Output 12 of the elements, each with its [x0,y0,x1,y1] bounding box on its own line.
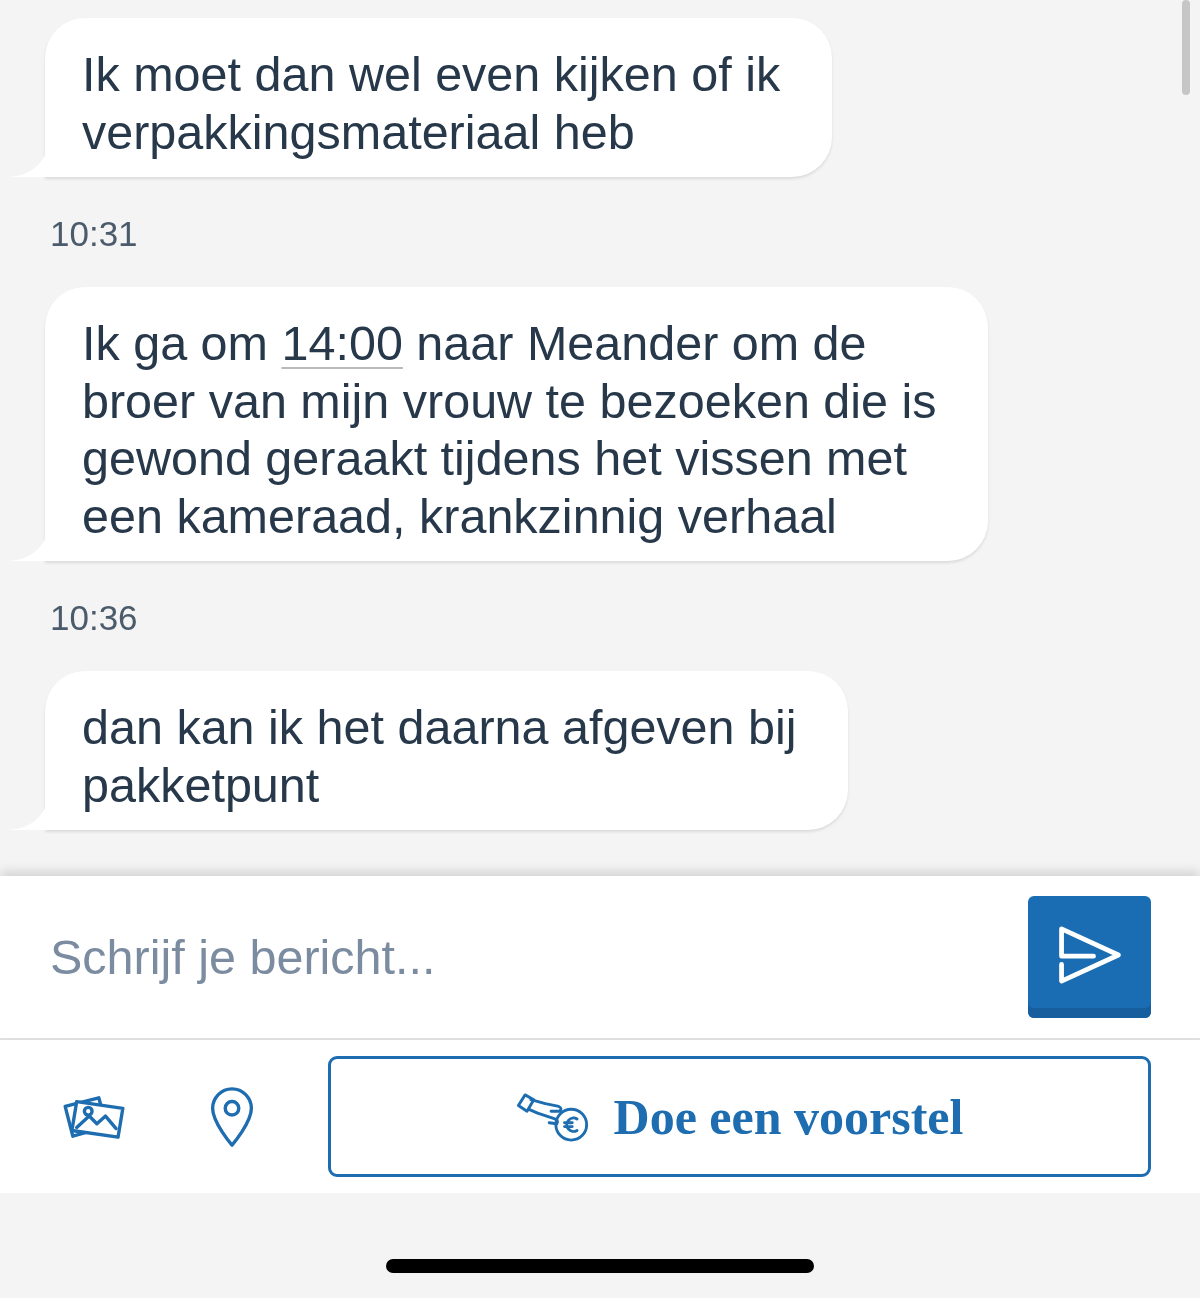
location-pin-icon[interactable] [208,1085,256,1148]
message-text: Ik moet dan wel even kijken of ik verpakkingsmateriaal heb [82,46,782,161]
message-text: Ik ga om 14:00 naar Meander om de broer van mijn vrouw te bezoeken die is gewond geraakt tijdens het vissen met een kameraad, krankzinnig verhaal [82,315,938,545]
send-icon [1057,924,1122,986]
message-time: 10:36 [50,598,138,638]
time-link[interactable]: 14:00 [281,316,403,370]
hand-coin-icon [515,1091,590,1142]
message-time: 10:31 [50,214,138,254]
send-button[interactable] [1028,896,1151,1018]
message-text: dan kan ik het daarna afgeven bij pakketpunt [82,699,798,814]
scrollbar[interactable] [1182,0,1190,95]
offer-button[interactable]: Doe een voorstel [328,1056,1151,1177]
